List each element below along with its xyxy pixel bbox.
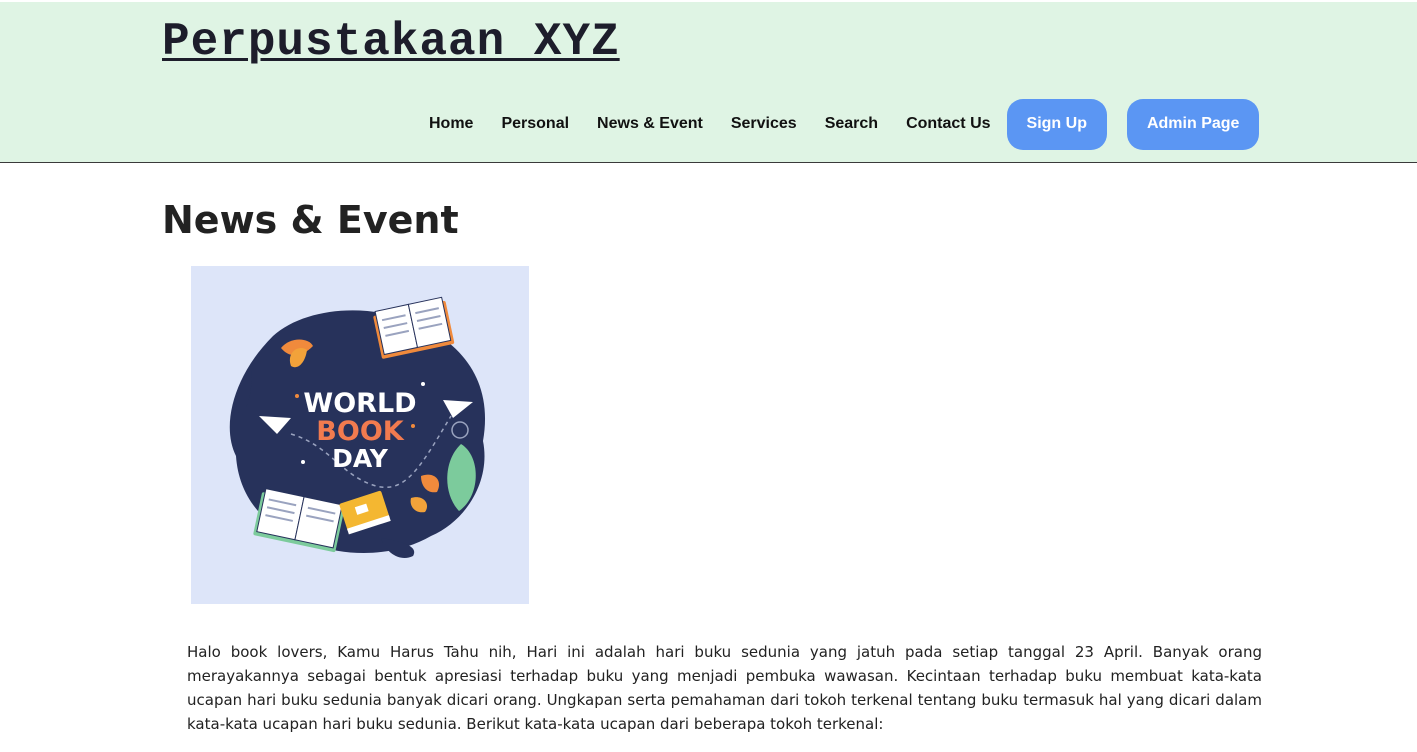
nav-home-link[interactable]: Home (415, 115, 487, 133)
nav-contact-us-link[interactable]: Contact Us (892, 115, 1004, 133)
main-nav: Home Personal News & Event Services Sear… (415, 97, 1260, 151)
admin-page-button[interactable]: Admin Page (1126, 98, 1260, 150)
image-text-book: BOOK (316, 416, 404, 447)
nav-search-link[interactable]: Search (811, 115, 892, 133)
world-book-day-image: WORLD BOOK DAY (191, 266, 529, 604)
site-title-link[interactable]: Perpustakaan XYZ (162, 16, 620, 68)
nav-news-event-link[interactable]: News & Event (583, 115, 717, 133)
site-header: Perpustakaan XYZ Home Personal News & Ev… (0, 2, 1417, 163)
image-text-day: DAY (332, 444, 389, 473)
nav-services-link[interactable]: Services (717, 115, 811, 133)
page-title: News & Event (162, 198, 459, 242)
nav-personal-link[interactable]: Personal (487, 115, 583, 133)
image-text-world: WORLD (303, 388, 416, 419)
article-paragraph: Halo book lovers, Kamu Harus Tahu nih, H… (187, 643, 1262, 733)
sign-up-button[interactable]: Sign Up (1006, 98, 1107, 150)
